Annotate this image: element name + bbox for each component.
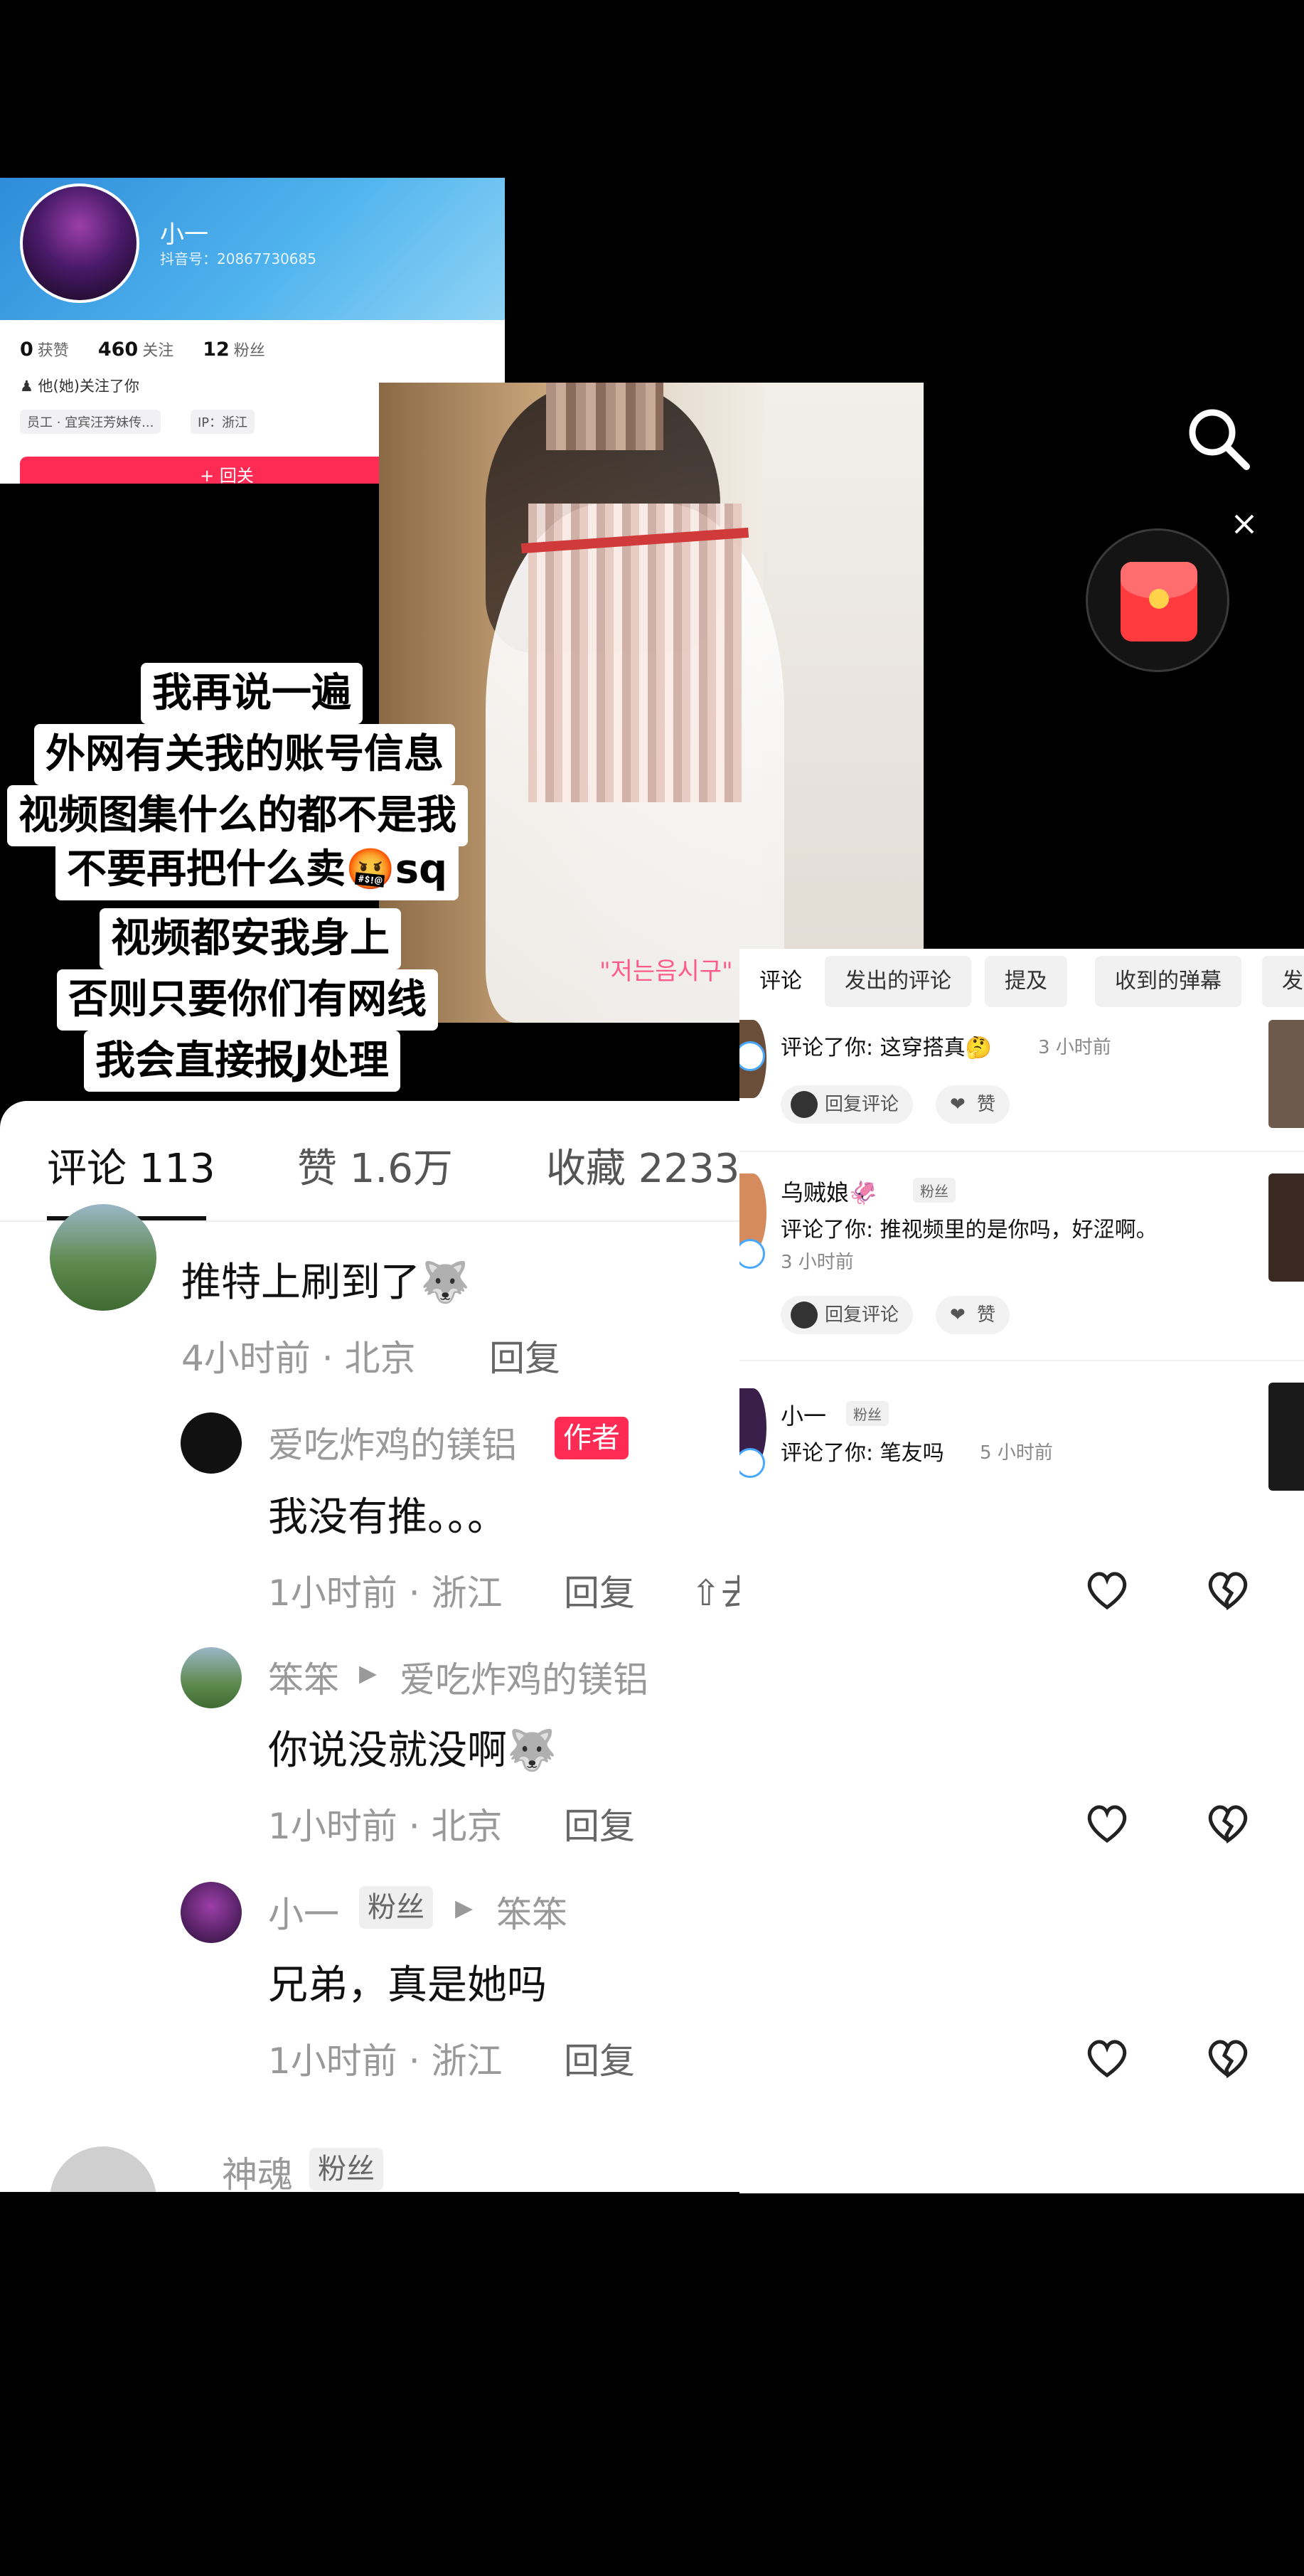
post-thumbnail[interactable] (1268, 1020, 1304, 1128)
reply-to-username[interactable]: 笨笨 (496, 1886, 567, 1937)
comments-panel: 评论 113 赞 1.6万 收藏 2233 推特上刷到了🐺 4小时前 · 北京 … (0, 1101, 739, 2192)
comment-meta: 4小时前 · 北京 (181, 1338, 416, 1379)
upload-icon: ⇧ (691, 1572, 721, 1614)
overlay-line-7: 我会直接报J处理 (84, 1031, 400, 1092)
notification-text: 评论了你: 笔友吗 (781, 1441, 944, 1466)
like-button[interactable]: ❤ 赞 (936, 1296, 1010, 1334)
profile-nickname: 小一 (160, 220, 208, 249)
close-icon[interactable] (1232, 512, 1256, 536)
avatar[interactable] (181, 1647, 242, 1708)
reply-arrow-icon: ▸ (359, 1651, 378, 1693)
tab-mentions[interactable]: 提及 (985, 956, 1067, 1007)
author-tag: 作者 (555, 1417, 629, 1459)
post-thumbnail[interactable] (1268, 1383, 1304, 1491)
tab-likes[interactable]: 赞 1.6万 (297, 1137, 453, 1194)
avatar[interactable] (181, 1412, 242, 1474)
divider (739, 1360, 1304, 1361)
reply-arrow-icon: ▸ (455, 1886, 474, 1927)
overlay-line-3: 视频图集什么的都不是我 (7, 785, 468, 846)
avatar (791, 1091, 818, 1118)
comment-meta: 1小时前 · 浙江 (268, 1572, 503, 1614)
fan-badge: 粉丝 (309, 2148, 383, 2191)
ip-tag: IP：浙江 (191, 410, 255, 434)
reply-to-username[interactable]: 爱吃炸鸡的镁铝 (400, 1651, 648, 1703)
dislike-heart-icon[interactable] (1203, 2033, 1253, 2082)
notification-username[interactable]: 乌贼娘🦑 (781, 1175, 877, 1208)
face-mosaic (546, 383, 663, 450)
tab-sent-comments[interactable]: 发出的评论 (825, 956, 971, 1007)
comment-badge-icon (739, 1448, 765, 1478)
search-icon[interactable] (1184, 404, 1252, 472)
red-packet-button[interactable] (1086, 528, 1229, 672)
dislike-heart-icon[interactable] (1203, 1565, 1253, 1614)
avatar (791, 1302, 818, 1329)
divider (739, 1151, 1304, 1152)
overlay-line-1: 我再说一遍 (141, 663, 363, 724)
publish-work-button[interactable]: ⇧去发布作品 (691, 1565, 739, 1616)
overlay-line-6: 否则只要你们有网线 (57, 969, 438, 1031)
post-photo: "저는음시구" (379, 383, 924, 1023)
overlay-line-5: 视频都安我身上 (100, 908, 401, 969)
profile-avatar[interactable] (20, 183, 139, 303)
photo-watermark: "저는음시구" (599, 957, 733, 986)
comment-body: 你说没就没啊🐺 (268, 1728, 557, 1774)
notification-time: 3 小时前 (781, 1252, 854, 1273)
fan-badge: 粉丝 (913, 1178, 956, 1203)
like-heart-icon[interactable] (1082, 1798, 1132, 1848)
like-heart-icon[interactable] (1082, 1565, 1132, 1614)
heart-icon: ❤ (950, 1304, 966, 1326)
reply-button[interactable]: 回复 (564, 2033, 635, 2084)
comment-body: 我没有推。。。 (268, 1494, 507, 1540)
avatar[interactable] (181, 1882, 242, 1943)
comment-body: 推特上刷到了🐺 (181, 1260, 470, 1306)
notification-username[interactable]: 小一 (781, 1398, 826, 1431)
dislike-heart-icon[interactable] (1203, 1798, 1253, 1848)
comment-username[interactable]: 笨笨 (268, 1651, 339, 1703)
overlay-line-2: 外网有关我的账号信息 (34, 724, 455, 785)
tab-more[interactable]: 发 (1262, 956, 1304, 1007)
notification-text: 评论了你: 这穿搭真🤔 (781, 1036, 992, 1060)
comment-username[interactable]: 爱吃炸鸡的镁铝 (268, 1417, 517, 1468)
reply-comment-button[interactable]: 回复评论 (781, 1085, 914, 1124)
person-icon: ♟ (20, 378, 33, 395)
work-tag: 员工 · 宜宾汪芳妹传... (20, 410, 161, 434)
post-thumbnail[interactable] (1268, 1173, 1304, 1282)
notification-time: 3 小时前 (1038, 1037, 1111, 1058)
fans-stat[interactable]: 12 粉丝 (203, 339, 265, 361)
like-button[interactable]: ❤ 赞 (936, 1085, 1010, 1124)
comment-meta: 1小时前 · 浙江 (268, 2040, 503, 2082)
follows-you-text: ♟ 他(她)关注了你 (20, 378, 139, 395)
fan-badge: 粉丝 (846, 1401, 889, 1426)
notification-text: 评论了你: 推视频里的是你吗，好涩啊。 (781, 1218, 1158, 1242)
tab-comments[interactable]: 评论 113 (47, 1137, 215, 1194)
tab-comments[interactable]: 评论 (739, 956, 822, 1007)
comment-body: 兄弟，真是她吗 (268, 1962, 547, 2008)
like-heart-icon[interactable] (1082, 2033, 1132, 2082)
notification-time: 5 小时前 (980, 1442, 1053, 1464)
reply-button[interactable]: 回复 (564, 1565, 635, 1616)
tab-danmaku[interactable]: 收到的弹幕 (1095, 956, 1241, 1007)
tab-favorites[interactable]: 收藏 2233 (546, 1137, 739, 1194)
following-stat[interactable]: 460 关注 (98, 339, 173, 361)
reply-button[interactable]: 回复 (564, 1798, 635, 1849)
envelope-coin (1149, 589, 1169, 609)
heart-icon: ❤ (950, 1094, 966, 1115)
photo-wall (763, 383, 924, 1023)
comment-badge-icon (739, 1239, 765, 1269)
profile-douyin-id: 抖音号：20867730685 (160, 250, 316, 267)
comment-username[interactable]: 小一 (268, 1886, 339, 1937)
avatar[interactable] (50, 2146, 156, 2192)
reply-comment-button[interactable]: 回复评论 (781, 1296, 914, 1334)
overlay-line-4: 不要再把什么卖🤬sq (55, 839, 459, 900)
reply-button[interactable]: 回复 (489, 1330, 560, 1381)
follow-back-button[interactable]: + 回关 (20, 457, 434, 484)
comment-username[interactable]: 神魂 (222, 2146, 293, 2192)
comment-meta: 1小时前 · 北京 (268, 1806, 503, 1847)
likes-stat[interactable]: 0 获赞 (20, 339, 69, 361)
fan-badge: 粉丝 (359, 1886, 433, 1929)
profile-stats: 0 获赞 460 关注 12 粉丝 (20, 338, 265, 361)
avatar[interactable] (50, 1204, 156, 1311)
